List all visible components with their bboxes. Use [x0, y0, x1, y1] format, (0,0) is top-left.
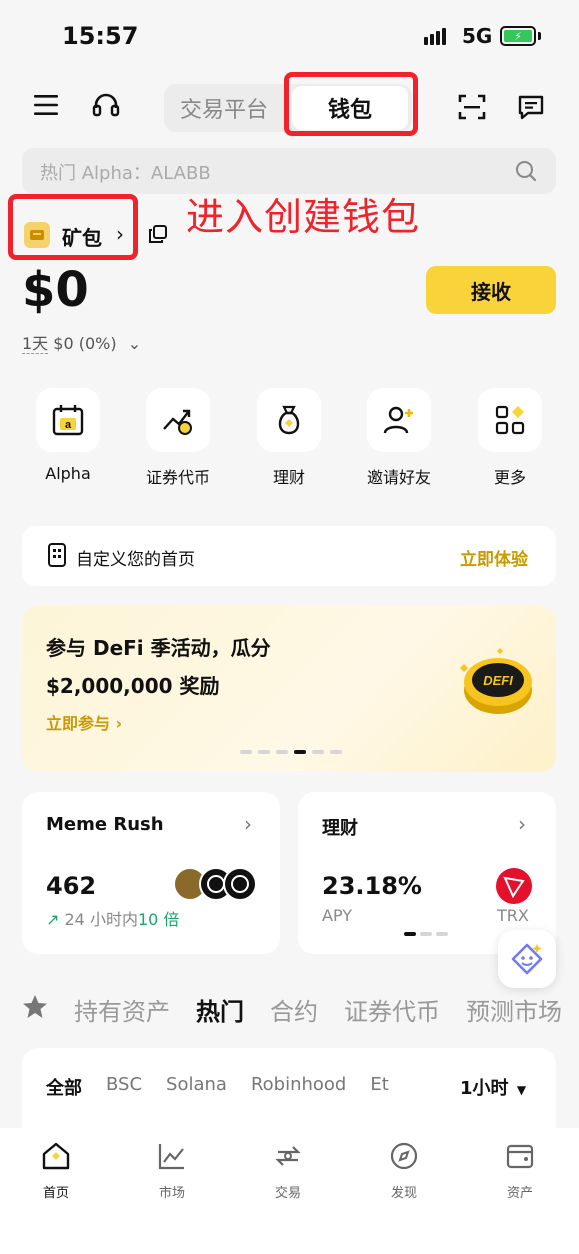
- tabbar-label: 交易: [274, 1186, 301, 1201]
- highlight-box-wallet-tab: [284, 72, 418, 136]
- status-time: 15:57: [62, 22, 139, 50]
- meme-rush-sub: ↗ 24 小时内10 倍: [46, 906, 179, 930]
- tabbar-markets[interactable]: 市场: [132, 1140, 212, 1201]
- chevron-right-icon: ›: [518, 812, 526, 836]
- money-bag-icon: [257, 388, 321, 452]
- banner-title-line2: $2,000,000 奖励: [46, 674, 220, 698]
- chain-filter: 全部 BSC Solana Robinhood Et: [46, 1074, 389, 1100]
- message-icon[interactable]: [518, 94, 544, 120]
- coin-text: DEFI: [483, 673, 513, 688]
- tab-prediction-markets[interactable]: 预测市场: [466, 992, 562, 1027]
- banner-title-line1: 参与 DeFi 季活动，瓜分: [46, 636, 271, 660]
- favorites-star-icon[interactable]: [22, 994, 48, 1026]
- chevron-down-icon: ⌄: [127, 334, 142, 353]
- chart-icon: [158, 1144, 184, 1170]
- tab-holdings[interactable]: 持有资产: [74, 992, 170, 1027]
- chevron-right-icon: ›: [244, 812, 252, 836]
- tabbar-label: 资产: [506, 1186, 533, 1201]
- quick-action-label: 邀请好友: [366, 468, 431, 487]
- pnl-summary[interactable]: 1天 $0 (0%) ⌄: [22, 330, 141, 354]
- banner-pagination: [240, 750, 342, 754]
- tabbar-home[interactable]: 首页: [16, 1140, 96, 1201]
- meme-rush-multiplier: 10 倍: [137, 910, 180, 929]
- banner-cta-label: 立即参与: [46, 714, 111, 733]
- trx-token-icon: [496, 868, 532, 908]
- earn-token-symbol: TRX: [497, 906, 529, 925]
- market-tabs: 持有资产 热门 合约 证券代币 预测市场: [22, 992, 562, 1027]
- tabbar-label: 市场: [158, 1186, 185, 1201]
- quick-action-tokenized-stocks[interactable]: 证券代币: [145, 388, 211, 488]
- quick-action-label: 理财: [272, 468, 305, 487]
- timeframe-value: 1小时: [460, 1078, 509, 1099]
- chain-solana[interactable]: Solana: [166, 1074, 227, 1100]
- meme-rush-count: 462: [46, 872, 97, 900]
- home-icon: [42, 1142, 70, 1170]
- chain-ethereum[interactable]: Et: [370, 1074, 388, 1100]
- network-type: 5G: [462, 24, 493, 48]
- receive-button[interactable]: 接收: [426, 266, 556, 314]
- chain-all[interactable]: 全部: [46, 1074, 82, 1100]
- quick-action-alpha[interactable]: a Alpha: [35, 388, 101, 483]
- battery-tip: [538, 32, 541, 40]
- tabbar-discover[interactable]: 发现: [364, 1140, 444, 1201]
- swap-icon: [275, 1146, 301, 1166]
- copy-icon[interactable]: [148, 224, 168, 248]
- earn-apy-label: APY: [322, 906, 353, 925]
- quick-action-earn[interactable]: 理财: [256, 388, 322, 488]
- chain-robinhood[interactable]: Robinhood: [251, 1074, 346, 1100]
- search-input[interactable]: 热门 Alpha：ALABB: [40, 159, 211, 185]
- pnl-period: 1天: [22, 334, 49, 354]
- tab-exchange[interactable]: 交易平台: [180, 92, 268, 124]
- banner-join-link[interactable]: 立即参与 ›: [46, 710, 122, 734]
- quick-action-more[interactable]: 更多: [477, 388, 543, 488]
- quick-action-label: 证券代币: [145, 468, 210, 487]
- chart-coin-icon: [146, 388, 210, 452]
- tabbar-label: 发现: [390, 1186, 417, 1201]
- tab-hot[interactable]: 热门: [196, 992, 244, 1027]
- defi-coin-icon: DEFI: [456, 646, 536, 724]
- cellular-signal-icon: [424, 28, 446, 45]
- tab-futures[interactable]: 合约: [270, 992, 318, 1027]
- invite-user-icon: [367, 388, 431, 452]
- cards-pagination: [404, 932, 448, 936]
- earn-title: 理财: [322, 818, 358, 839]
- quick-action-invite[interactable]: 邀请好友: [366, 388, 432, 488]
- customize-home-label: 自定义您的首页: [76, 550, 195, 570]
- earn-apy-value: 23.18%: [322, 872, 422, 900]
- pnl-value: $0 (0%): [53, 334, 117, 353]
- caret-down-icon: ▼: [516, 1083, 527, 1097]
- chain-bsc[interactable]: BSC: [106, 1074, 142, 1100]
- scan-icon[interactable]: [458, 94, 486, 120]
- meme-rush-sub-prefix: 24 小时内: [64, 910, 138, 929]
- annotation-text: 进入创建钱包: [186, 195, 421, 239]
- search-icon[interactable]: [515, 160, 537, 186]
- meme-rush-title: Meme Rush: [46, 814, 164, 835]
- ai-assistant-button[interactable]: [498, 930, 556, 988]
- timeframe-select[interactable]: 1小时 ▼: [454, 1074, 527, 1100]
- discover-icon: [390, 1142, 418, 1170]
- quick-action-label: 更多: [493, 468, 526, 487]
- token-avatars: [172, 866, 260, 906]
- menu-icon[interactable]: [34, 94, 58, 116]
- wallet-icon: [506, 1144, 534, 1169]
- tabbar-label: 首页: [42, 1186, 69, 1201]
- total-balance: $0: [22, 262, 89, 318]
- tabbar-assets[interactable]: 资产: [480, 1140, 560, 1201]
- battery-icon: ⚡: [500, 26, 536, 46]
- trend-up-icon: ↗: [46, 910, 60, 929]
- svg-text:a: a: [65, 419, 72, 431]
- quick-action-label: Alpha: [45, 464, 91, 483]
- phone-layout-icon: [48, 543, 66, 571]
- tab-tokenized-stocks[interactable]: 证券代币: [344, 992, 440, 1027]
- grid-more-icon: [478, 388, 542, 452]
- headset-support-icon[interactable]: [92, 92, 120, 120]
- tabbar-trade[interactable]: 交易: [248, 1140, 328, 1201]
- highlight-box-wallet-selector: [8, 194, 138, 260]
- try-now-link[interactable]: 立即体验: [460, 545, 528, 570]
- alpha-calendar-icon: a: [36, 388, 100, 452]
